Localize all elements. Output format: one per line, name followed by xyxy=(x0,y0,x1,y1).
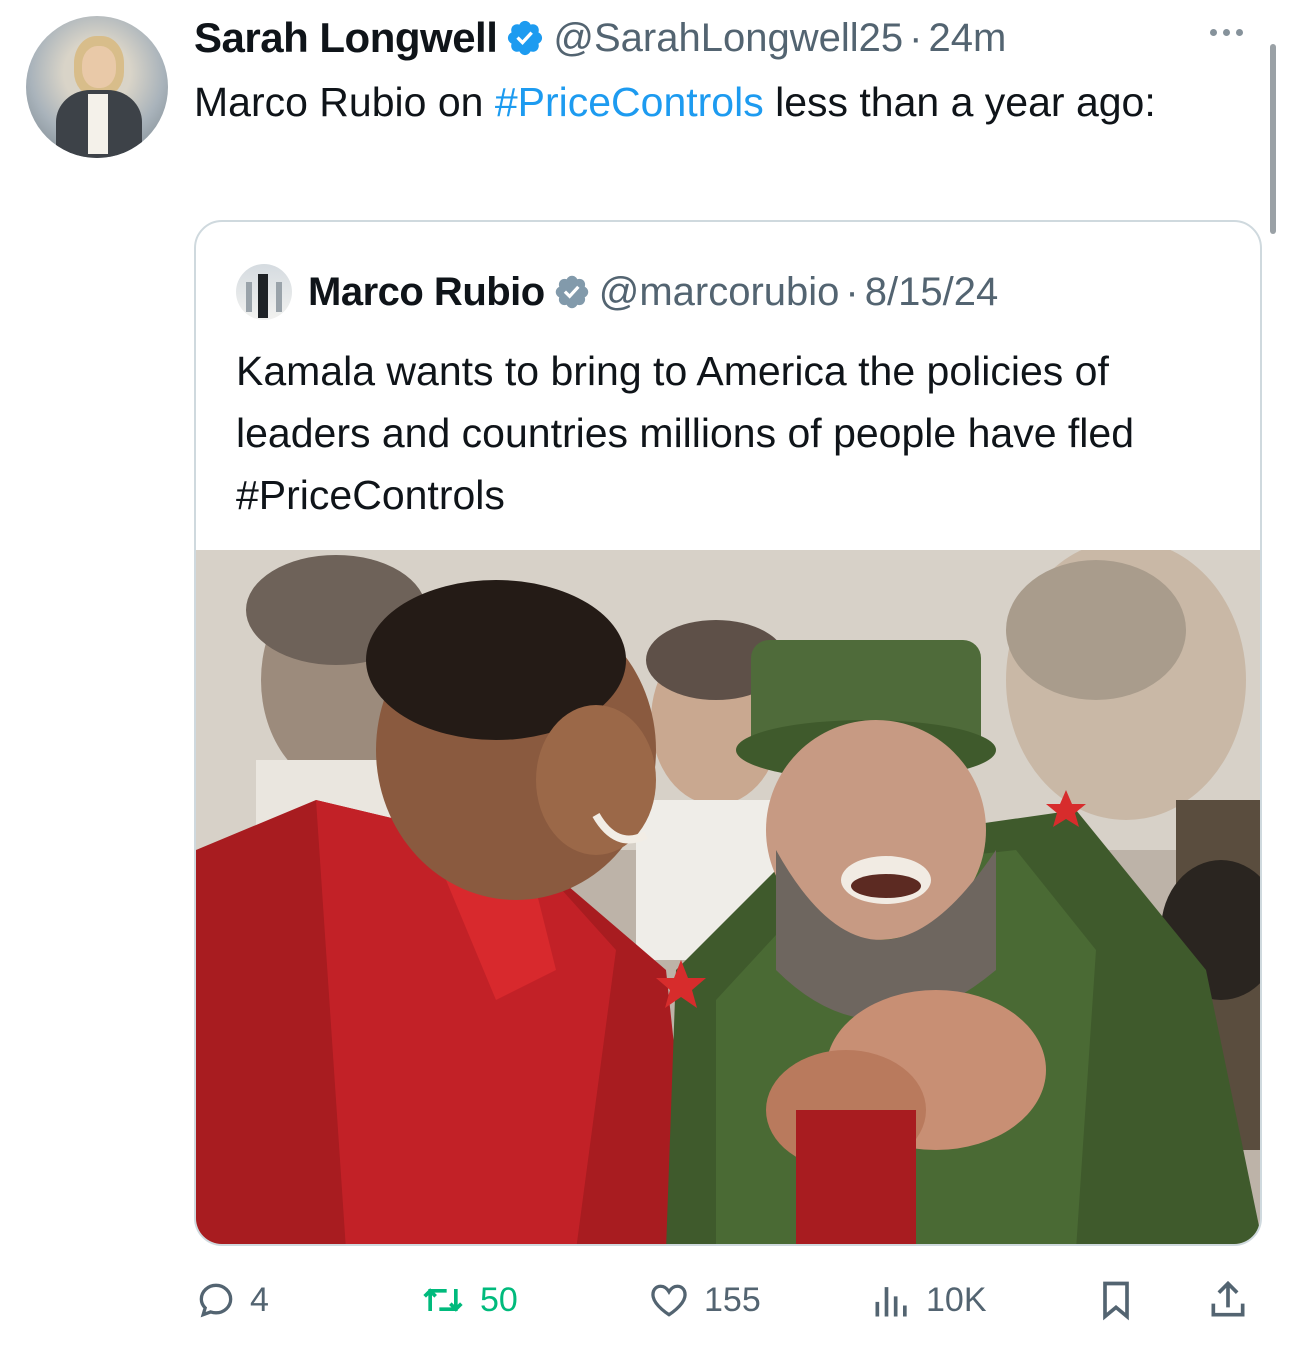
separator-dot: · xyxy=(845,269,859,314)
quoted-tweet-header: Marco Rubio @marcorubio · 8/15/24 xyxy=(236,264,998,320)
tweet-text-before: Marco Rubio on xyxy=(194,79,495,125)
retweet-count: 50 xyxy=(480,1280,518,1319)
like-count: 155 xyxy=(704,1280,761,1319)
tweet-timestamp[interactable]: 24m xyxy=(928,16,1006,61)
like-icon xyxy=(651,1284,687,1317)
views-count: 10K xyxy=(926,1280,987,1319)
author-handle[interactable]: @SarahLongwell25 xyxy=(553,16,903,61)
bookmark-icon xyxy=(1103,1281,1129,1321)
verified-badge-icon xyxy=(508,20,543,56)
hashtag-link[interactable]: #PriceControls xyxy=(495,79,764,125)
share-icon xyxy=(1211,1280,1245,1317)
quoted-author-name[interactable]: Marco Rubio xyxy=(308,270,545,315)
author-name[interactable]: Sarah Longwell xyxy=(194,14,498,62)
share-button[interactable] xyxy=(1206,1270,1250,1330)
tweet-text-after: less than a year ago: xyxy=(763,79,1156,125)
verified-badge-icon xyxy=(555,275,588,309)
like-button[interactable]: 155 xyxy=(646,1270,761,1330)
quoted-author-handle[interactable]: @marcorubio xyxy=(599,270,840,315)
retweet-icon xyxy=(423,1288,463,1312)
views-button[interactable]: 10K xyxy=(870,1270,987,1330)
reply-count: 4 xyxy=(250,1280,269,1319)
bookmark-button[interactable] xyxy=(1094,1270,1138,1330)
quoted-tweet[interactable]: Marco Rubio @marcorubio · 8/15/24 Kamala… xyxy=(194,220,1262,1246)
quoted-tweet-text: Kamala wants to bring to America the pol… xyxy=(236,340,1236,526)
quoted-author-avatar[interactable] xyxy=(236,264,292,320)
tweet-actions: 4 50 155 10K xyxy=(194,1270,1264,1330)
photo-illustration xyxy=(196,550,1260,1244)
more-icon[interactable] xyxy=(1210,22,1260,42)
reply-button[interactable]: 4 xyxy=(194,1270,269,1330)
retweet-button[interactable]: 50 xyxy=(418,1270,518,1330)
author-avatar[interactable] xyxy=(26,16,168,158)
quoted-tweet-photo[interactable] xyxy=(196,550,1260,1244)
quoted-date[interactable]: 8/15/24 xyxy=(865,270,998,315)
views-icon xyxy=(875,1287,907,1317)
tweet-text: Marco Rubio on #PriceControls less than … xyxy=(194,74,1234,130)
scrollbar[interactable] xyxy=(1270,44,1276,234)
separator-dot: · xyxy=(909,15,923,60)
tweet-header: Sarah Longwell @SarahLongwell25 · 24m xyxy=(194,12,1006,64)
quoted-text-body: Kamala wants to bring to America the pol… xyxy=(236,348,1134,456)
quoted-hashtag[interactable]: #PriceControls xyxy=(236,472,505,518)
reply-icon xyxy=(199,1283,233,1318)
